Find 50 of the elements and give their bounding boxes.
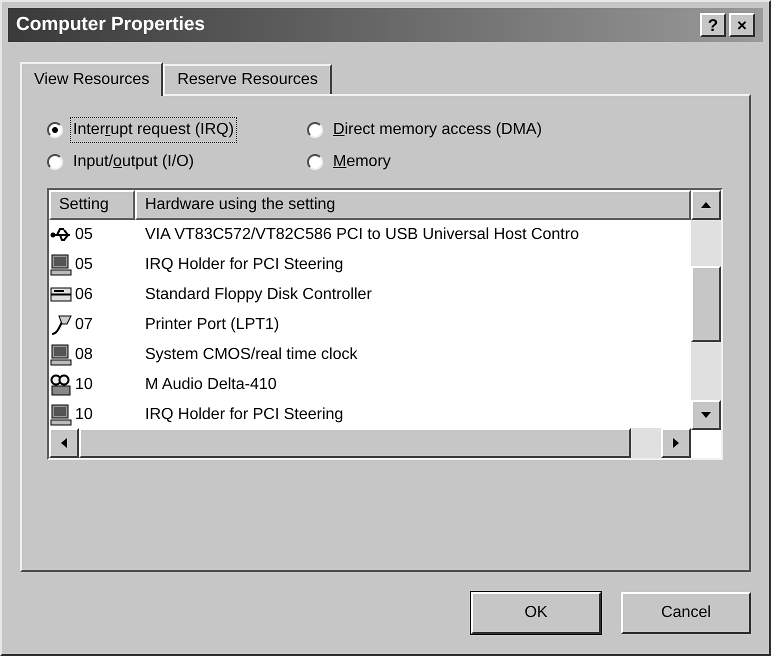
radio-label: Direct memory access (DMA) [332, 120, 543, 140]
radio-label: Input/output (I/O) [72, 152, 195, 172]
hardware-cell-text: IRQ Holder for PCI Steering [144, 405, 344, 425]
ok-button[interactable]: OK [471, 592, 601, 634]
radio-option[interactable]: Memory [307, 150, 724, 174]
down-arrow-icon [701, 412, 711, 418]
column-header[interactable]: Hardware using the setting [135, 190, 691, 220]
cancel-button[interactable]: Cancel [621, 592, 751, 634]
radio-button[interactable] [307, 122, 323, 138]
setting-cell-text: 05 [74, 255, 94, 275]
scroll-up-button[interactable] [691, 190, 721, 220]
radio-label: Interrupt request (IRQ) [71, 118, 236, 142]
scroll-down-button[interactable] [691, 400, 721, 430]
radio-button[interactable] [47, 122, 63, 138]
hardware-cell-text: IRQ Holder for PCI Steering [144, 255, 344, 275]
hardware-cell-text: VIA VT83C572/VT82C586 PCI to USB Universal Host Contro [144, 225, 579, 245]
setting-cell-text: 05 [74, 225, 94, 245]
window-title: Computer Properties [16, 12, 205, 37]
hardware-cell-text: M Audio Delta-410 [144, 375, 277, 395]
tab[interactable]: Reserve Resources [163, 64, 332, 94]
radio-label: Memory [332, 152, 392, 172]
scroll-left-button[interactable] [49, 428, 79, 458]
speaker-icon [50, 374, 72, 396]
tab[interactable]: View Resources [20, 62, 164, 96]
vertical-scrollbar[interactable] [691, 190, 721, 430]
scroll-right-button[interactable] [661, 428, 691, 458]
setting-cell-text: 07 [74, 315, 94, 335]
column-header[interactable]: Setting [49, 190, 135, 220]
close-button[interactable]: × [729, 13, 755, 37]
setting-cell-text: 08 [74, 345, 94, 365]
radio-button[interactable] [307, 154, 323, 170]
left-arrow-icon [61, 438, 67, 448]
scroll-thumb[interactable] [691, 266, 721, 342]
radio-button[interactable] [47, 154, 63, 170]
hardware-cell-text: Standard Floppy Disk Controller [144, 285, 372, 305]
radio-option[interactable]: Interrupt request (IRQ) [47, 118, 297, 142]
setting-cell-text: 10 [74, 375, 94, 395]
hardware-cell-text: System CMOS/real time clock [144, 345, 358, 365]
setting-cell-text: 10 [74, 405, 94, 425]
hardware-cell-text: Printer Port (LPT1) [144, 315, 280, 335]
computer-icon [50, 254, 72, 276]
up-arrow-icon [701, 202, 711, 208]
radio-option[interactable]: Input/output (I/O) [47, 150, 297, 174]
help-button[interactable]: ? [700, 13, 726, 37]
right-arrow-icon [673, 438, 679, 448]
computer-icon [50, 344, 72, 366]
radio-option[interactable]: Direct memory access (DMA) [307, 118, 724, 142]
cable-icon [50, 314, 72, 336]
computer-icon [50, 404, 72, 426]
setting-cell-text: 06 [74, 285, 94, 305]
